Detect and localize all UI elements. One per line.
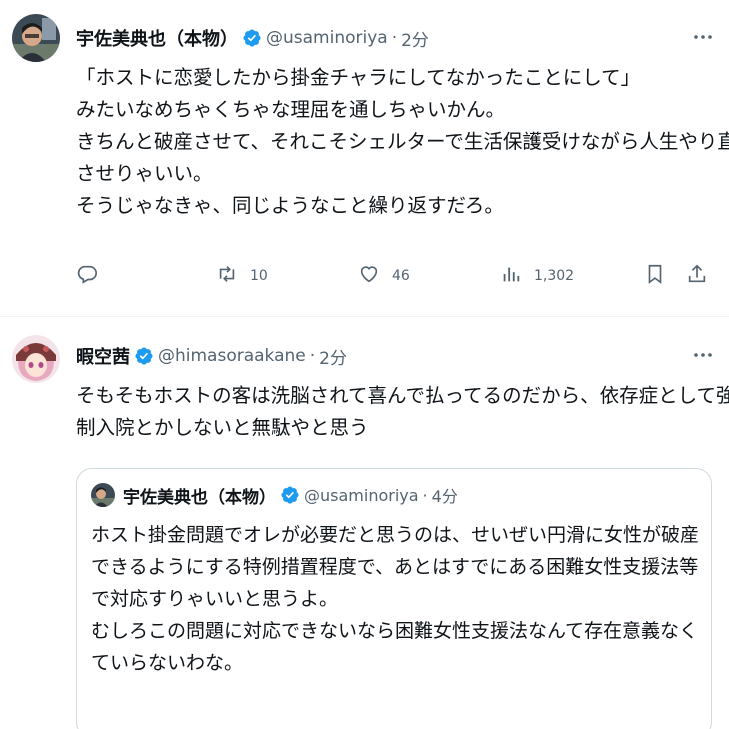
tweet-text-line: そもそもホストの客は洗脳されて喜んで払ってるのだから、依存症として強 xyxy=(76,384,729,407)
tweet-divider xyxy=(0,316,729,317)
verified-badge-icon xyxy=(134,346,154,366)
retweet-count: 10 xyxy=(250,268,268,284)
timestamp[interactable]: 2分 xyxy=(319,344,347,369)
tweet-text-line: そうじゃなきゃ、同じようなこと繰り返すだろ。 xyxy=(76,194,504,217)
separator: · xyxy=(422,485,428,505)
tweet-text-line: 制入院とかしないと無駄やと思う xyxy=(76,416,369,439)
bookmark-icon xyxy=(644,263,666,289)
quoted-text-line: ていらないわな。 xyxy=(91,652,244,674)
verified-badge-icon xyxy=(280,485,300,505)
heart-icon xyxy=(358,263,380,289)
bookmark-button[interactable] xyxy=(644,258,666,294)
quoted-timestamp: 4分 xyxy=(431,487,458,506)
tweet-text-line: 「ホストに恋愛したから掛金チャラにしてなかったことにして」 xyxy=(76,66,641,89)
quoted-text-line: で対応すりゃいいと思うよ。 xyxy=(91,588,339,610)
quoted-tweet-text: ホスト掛金問題でオレが必要だと思うのは、せいぜい円滑に女性が破産 できるようにす… xyxy=(91,519,701,679)
quoted-text-line: ホスト掛金問題でオレが必要だと思うのは、せいぜい円滑に女性が破産 xyxy=(91,524,700,546)
quoted-handle: @usaminoriya xyxy=(304,485,419,505)
avatar[interactable] xyxy=(12,335,60,383)
quoted-tweet-header: 宇佐美典也（本物） @usaminoriya · 4分 xyxy=(123,481,458,509)
tweet-header: 宇佐美典也（本物） @usaminoriya · 2分 xyxy=(76,24,429,52)
handle[interactable]: @usaminoriya xyxy=(266,28,388,48)
tweet[interactable]: 暇空茜 @himasoraakane · 2分 そもそもホストの客は洗脳されて喜… xyxy=(0,318,729,729)
avatar[interactable] xyxy=(12,14,60,62)
tweet[interactable]: 宇佐美典也（本物） @usaminoriya · 2分 「ホストに恋愛したから掛… xyxy=(0,0,729,316)
tweet-text: そもそもホストの客は洗脳されて喜んで払ってるのだから、依存症として強 制入院とか… xyxy=(76,380,729,444)
tweet-text-line: させりゃいい。 xyxy=(76,162,213,185)
view-count: 1,302 xyxy=(534,268,575,284)
share-icon xyxy=(686,263,708,289)
retweet-button[interactable]: 10 xyxy=(216,258,268,294)
separator: · xyxy=(391,28,398,48)
tweet-actions: 10 46 1,302 xyxy=(76,258,716,294)
tweet-header: 暇空茜 @himasoraakane · 2分 xyxy=(76,342,347,370)
quoted-display-name: 宇佐美典也（本物） xyxy=(123,487,276,508)
quoted-tweet[interactable]: 宇佐美典也（本物） @usaminoriya · 4分 ホスト掛金問題でオレが必… xyxy=(76,468,712,729)
like-button[interactable]: 46 xyxy=(358,258,410,294)
retweet-icon xyxy=(216,263,238,289)
more-options-icon[interactable] xyxy=(691,343,715,367)
analytics-icon xyxy=(500,263,522,289)
separator: · xyxy=(309,346,316,366)
views-button[interactable]: 1,302 xyxy=(500,258,574,294)
display-name[interactable]: 暇空茜 xyxy=(76,343,130,369)
handle[interactable]: @himasoraakane xyxy=(158,346,306,366)
tweet-text-line: きちんと破産させて、それこそシェルターで生活保護受けながら人生やり直 xyxy=(76,130,729,153)
share-button[interactable] xyxy=(686,258,708,294)
tweet-text-line: みたいなめちゃくちゃな理屈を通しちゃいかん。 xyxy=(76,98,506,121)
tweet-text: 「ホストに恋愛したから掛金チャラにしてなかったことにして」 みたいなめちゃくちゃ… xyxy=(76,62,729,222)
verified-badge-icon xyxy=(242,28,262,48)
reply-icon xyxy=(76,263,98,289)
timestamp[interactable]: 2分 xyxy=(401,26,429,51)
like-count: 46 xyxy=(392,268,410,284)
reply-button[interactable] xyxy=(76,258,98,294)
quoted-avatar[interactable] xyxy=(91,483,115,507)
quoted-text-line: むしろこの問題に対応できないなら困難女性支援法なんて存在意義なく xyxy=(91,620,699,642)
display-name[interactable]: 宇佐美典也（本物） xyxy=(76,25,238,51)
quoted-text-line: できるようにする特例措置程度で、あとはすでにある困難女性支援法等 xyxy=(91,556,699,578)
more-options-icon[interactable] xyxy=(691,25,715,49)
